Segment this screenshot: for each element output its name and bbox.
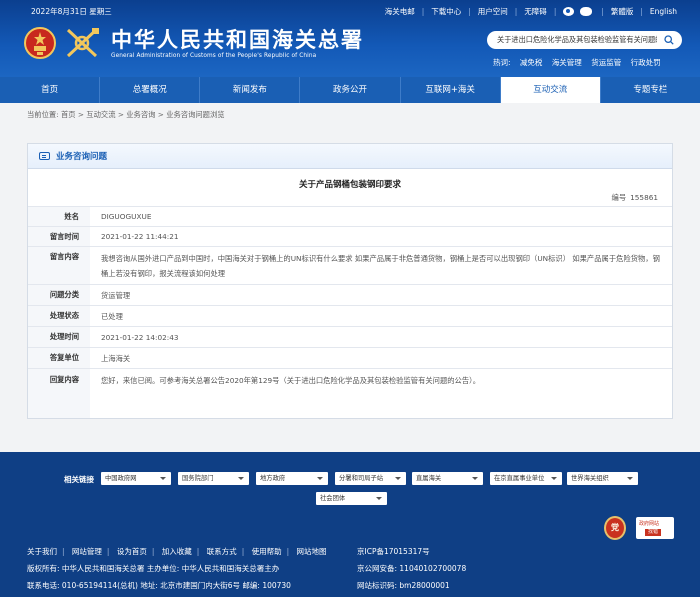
- detail-row: 处理状态 已处理: [28, 305, 672, 327]
- site-header: 2022年8月31日 星期三 海关电邮 | 下载中心 | 用户空间 | 无障碍 | | …: [0, 0, 700, 77]
- nav-item-open-government[interactable]: 政务公开: [300, 77, 401, 103]
- search-box[interactable]: 关于进出口危险化学品及其包装检验监管有关问题的公告: [487, 31, 682, 49]
- detail-value: 货运管理: [90, 284, 672, 306]
- footer-link-sitemap[interactable]: 网站地图: [297, 547, 327, 556]
- site-title-en: General Administration of Customs of the…: [111, 52, 317, 59]
- breadcrumb[interactable]: 当前位置: 首页 > 互动交流 > 业务咨询 > 业务咨询问题浏览: [27, 110, 225, 120]
- select-world-customs[interactable]: 世界海关组织: [567, 472, 638, 485]
- nav-item-interaction[interactable]: 互动交流: [500, 77, 601, 103]
- footer-link-about[interactable]: 关于我们: [27, 547, 57, 556]
- top-links: 海关电邮 | 下载中心 | 用户空间 | 无障碍 | | 繁體版 | English: [384, 6, 677, 17]
- detail-label: 处理状态: [28, 305, 90, 327]
- chat-icon: [39, 152, 50, 160]
- question-code-value: 155861: [630, 193, 658, 202]
- nav-item-home[interactable]: 首页: [0, 77, 101, 103]
- top-bar: 2022年8月31日 星期三 海关电邮 | 下载中心 | 用户空间 | 无障碍 | | …: [0, 0, 700, 22]
- footer-link-favorite[interactable]: 加入收藏: [162, 547, 192, 556]
- detail-row: 处理时间 2021-01-22 14:02:43: [28, 326, 672, 348]
- hot-word[interactable]: 货运监管: [591, 58, 621, 67]
- select-local-government[interactable]: 地方政府: [256, 472, 328, 485]
- top-link-download[interactable]: 下载中心: [431, 6, 461, 17]
- related-links-label: 相关链接: [64, 475, 94, 484]
- site-title-cn: 中华人民共和国海关总署: [111, 26, 364, 52]
- detail-row: 问题分类 货运管理: [28, 284, 672, 306]
- detail-label: 回复内容: [28, 368, 90, 418]
- footer-link-set-homepage[interactable]: 设为首页: [117, 547, 147, 556]
- search-icon[interactable]: [664, 35, 674, 45]
- nav-item-news[interactable]: 新闻发布: [200, 77, 301, 103]
- hot-word[interactable]: 海关管理: [552, 58, 582, 67]
- panel-header: 业务咨询问题: [28, 144, 672, 169]
- footer-copyright: 版权所有: 中华人民共和国海关总署 主办单位: 中华人民共和国海关总署主办: [27, 564, 280, 573]
- main-nav: 首页 总署概况 新闻发布 政务公开 互联网+海关 互动交流 专题专栏: [0, 77, 700, 103]
- search-input[interactable]: 关于进出口危险化学品及其包装检验监管有关问题的公告: [497, 35, 657, 45]
- top-link-email[interactable]: 海关电邮: [385, 6, 415, 17]
- footer-contact: 联系电话: 010-65194114(总机) 地址: 北京市建国门内大街6号 邮…: [27, 581, 291, 590]
- wechat-icon[interactable]: [580, 6, 593, 16]
- hot-word[interactable]: 减免税: [520, 58, 543, 67]
- detail-value: 已处理: [90, 305, 672, 327]
- detail-label: 答复单位: [28, 347, 90, 369]
- detail-label: 姓名: [28, 206, 90, 227]
- select-state-council[interactable]: 国务院部门: [178, 472, 249, 485]
- detail-row: 回复内容 您好，来信已阅。可参考海关总署公告2020年第129号（关于进出口危险…: [28, 368, 672, 418]
- detail-label: 留言时间: [28, 226, 90, 247]
- report-error-label: 找错: [645, 529, 662, 536]
- detail-value: DIGUOGUXUE: [90, 206, 672, 227]
- select-beijing-institutions[interactable]: 在京直属事业单位: [490, 472, 562, 485]
- detail-label: 问题分类: [28, 284, 90, 306]
- top-link-user-space[interactable]: 用户空间: [478, 6, 508, 17]
- site-footer: 相关链接 中国政府网 国务院部门 地方政府 分署和司局子站 直属海关 在京直属事…: [0, 452, 700, 597]
- select-social-organizations[interactable]: 社会团体: [316, 492, 387, 505]
- report-error-badge[interactable]: 政府网站 找错: [636, 517, 674, 539]
- top-link-accessibility[interactable]: 无障碍: [524, 6, 547, 17]
- select-branch-sites[interactable]: 分署和司局子站: [335, 472, 406, 485]
- national-emblem-icon: [24, 27, 56, 59]
- nav-item-internet-customs[interactable]: 互联网+海关: [401, 77, 501, 103]
- weibo-icon[interactable]: [563, 6, 575, 16]
- top-link-traditional[interactable]: 繁體版: [611, 6, 634, 17]
- detail-row: 姓名 DIGUOGUXUE: [28, 206, 672, 227]
- top-link-english[interactable]: English: [650, 7, 677, 16]
- select-direct-customs[interactable]: 直属海关: [412, 472, 483, 485]
- customs-logo-icon: [66, 28, 99, 58]
- detail-row: 留言时间 2021-01-22 11:44:21: [28, 226, 672, 247]
- site-brand[interactable]: 中华人民共和国海关总署 General Administration of Cu…: [24, 26, 364, 60]
- detail-row: 留言内容 我想咨询从国外进口产品到中国时，中国海关对于钢桶上的UN标识有什么要求…: [28, 246, 672, 285]
- party-government-badge[interactable]: 党: [604, 516, 626, 540]
- question-code-label: 编号: [611, 193, 627, 202]
- question-details: 姓名 DIGUOGUXUE 留言时间 2021-01-22 11:44:21 留…: [28, 206, 672, 418]
- hot-words-label: 热词:: [493, 58, 511, 67]
- panel-title: 业务咨询问题: [56, 152, 108, 162]
- detail-label: 留言内容: [28, 246, 90, 285]
- question-code: 编号 155861: [608, 193, 658, 203]
- detail-value: 上海海关: [90, 347, 672, 369]
- footer-site-code: 网站标识码: bm28000001: [357, 581, 450, 590]
- question-title: 关于产品钢桶包装钢印要求: [298, 180, 401, 190]
- footer-icp[interactable]: 京ICP备17015317号: [357, 546, 430, 557]
- hot-words: 热词: 减免税 海关管理 货运监管 行政处罚: [493, 57, 668, 68]
- report-error-title: 政府网站: [639, 521, 660, 527]
- footer-link-help[interactable]: 使用帮助: [252, 547, 282, 556]
- current-date: 2022年8月31日 星期三: [31, 6, 112, 16]
- detail-value: 2021-01-22 14:02:43: [90, 326, 672, 348]
- footer-link-contact[interactable]: 联系方式: [207, 547, 237, 556]
- detail-label: 处理时间: [28, 326, 90, 348]
- detail-value: 我想咨询从国外进口产品到中国时，中国海关对于钢桶上的UN标识有什么要求 如果产品…: [90, 246, 672, 285]
- footer-police-record[interactable]: 京公网安备: 11040102700078: [357, 563, 466, 574]
- hot-word[interactable]: 行政处罚: [631, 58, 661, 67]
- nav-item-topics[interactable]: 专题专栏: [601, 77, 700, 103]
- select-central-government[interactable]: 中国政府网: [101, 472, 171, 485]
- consultation-panel: 业务咨询问题 关于产品钢桶包装钢印要求 编号 155861 姓名 DIGUOGUX…: [27, 143, 673, 419]
- nav-item-overview[interactable]: 总署概况: [100, 77, 201, 103]
- footer-link-site-admin[interactable]: 网站管理: [72, 547, 102, 556]
- footer-link-row: 关于我们 | 网站管理 | 设为首页 | 加入收藏 | 联系方式 | 使用帮助 | 网站地图: [27, 547, 327, 556]
- detail-row: 答复单位 上海海关: [28, 347, 672, 369]
- detail-value: 2021-01-22 11:44:21: [90, 226, 672, 247]
- detail-value: 您好，来信已阅。可参考海关总署公告2020年第129号（关于进出口危险化学品及其…: [90, 368, 672, 418]
